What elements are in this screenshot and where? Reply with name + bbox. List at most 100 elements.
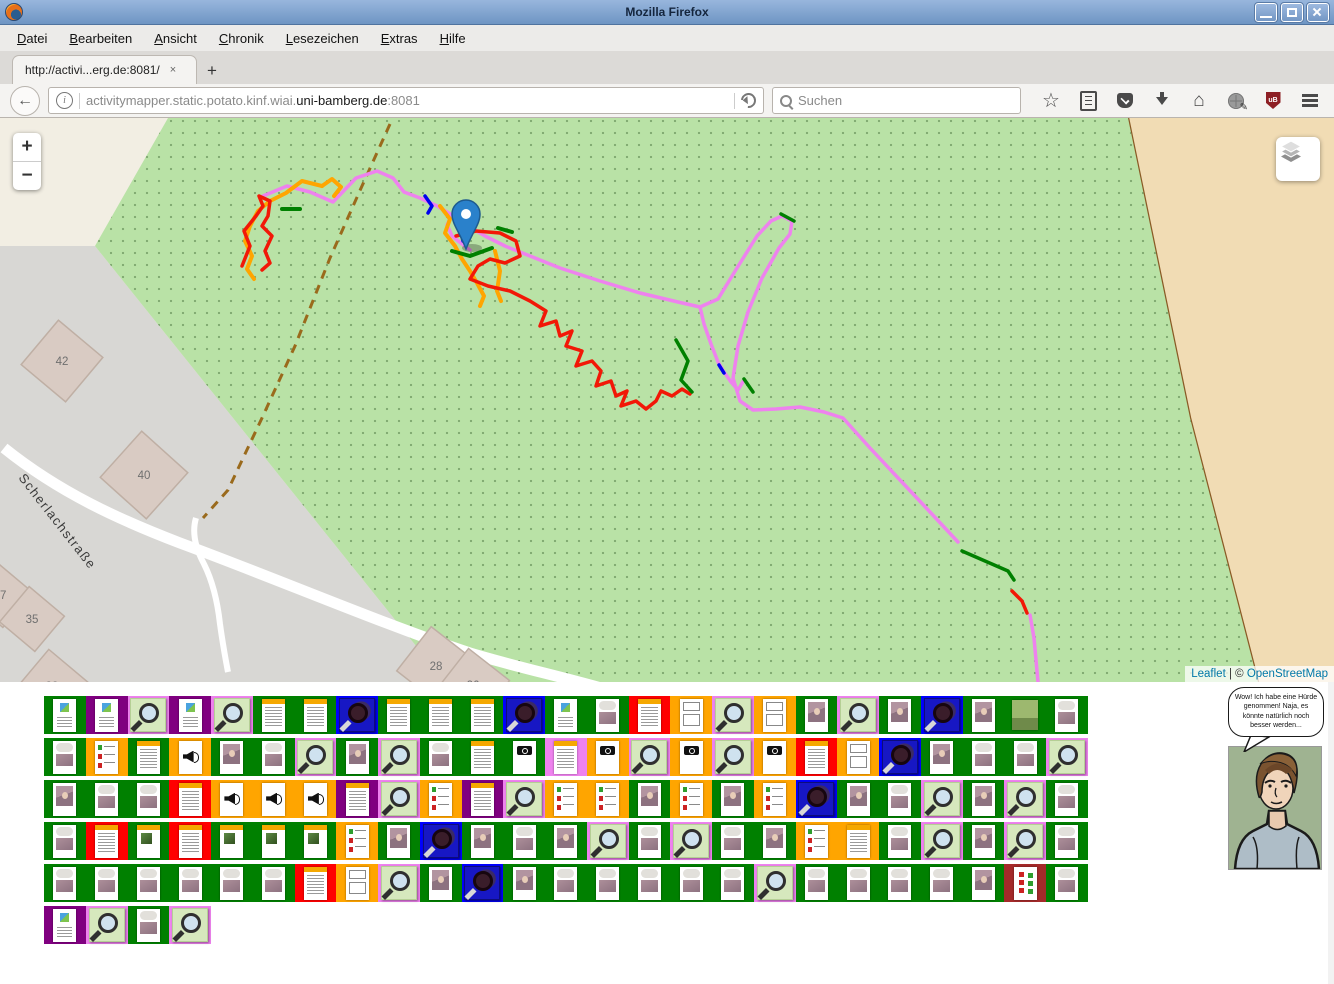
activity-tile-map-search-dark-thumbnail[interactable]	[879, 738, 921, 776]
activity-tile-comic-panel-card[interactable]	[128, 864, 170, 902]
activity-tile-portrait-photo-card[interactable]	[629, 780, 671, 818]
activity-tile-camera-card[interactable]	[670, 738, 712, 776]
activity-tile-document-with-image-card[interactable]	[295, 822, 337, 860]
activity-tile-comic-panel-card[interactable]	[587, 696, 629, 734]
activity-tile-document-with-image-card[interactable]	[128, 822, 170, 860]
activity-tile-form-card[interactable]	[754, 696, 796, 734]
activity-tile-portrait-photo-card[interactable]	[378, 822, 420, 860]
activity-tile-portrait-photo-card[interactable]	[963, 696, 1005, 734]
back-button[interactable]: ←	[10, 86, 40, 116]
activity-tile-portrait-photo-card[interactable]	[754, 822, 796, 860]
bookmarks-sidebar-icon[interactable]	[1078, 91, 1098, 111]
activity-tile-map-search-thumbnail[interactable]	[921, 822, 963, 860]
home-icon[interactable]: ⌂	[1189, 91, 1209, 111]
activity-tile-map-search-thumbnail[interactable]	[712, 738, 754, 776]
activity-tile-app-screenshot-card[interactable]	[545, 696, 587, 734]
activity-tile-document-card[interactable]	[128, 738, 170, 776]
activity-tile-portrait-photo-card[interactable]	[462, 822, 504, 860]
activity-tile-map-search-thumbnail[interactable]	[712, 696, 754, 734]
menu-item-extras[interactable]: Extras	[370, 27, 429, 50]
downloads-icon[interactable]	[1152, 91, 1172, 111]
activity-tile-checklist-card[interactable]	[336, 822, 378, 860]
activity-tile-portrait-photo-card[interactable]	[837, 780, 879, 818]
activity-tile-camera-card[interactable]	[587, 738, 629, 776]
activity-tile-portrait-photo-card[interactable]	[420, 864, 462, 902]
activity-tile-comic-panel-card[interactable]	[963, 738, 1005, 776]
activity-tile-map-search-thumbnail[interactable]	[1004, 780, 1046, 818]
activity-tile-landscape-photo-card[interactable]	[1004, 696, 1046, 734]
map-layers-control[interactable]	[1276, 137, 1320, 181]
ublock-shield-icon[interactable]: uB	[1263, 91, 1283, 111]
activity-tile-checklist-card[interactable]	[754, 780, 796, 818]
activity-tile-comic-panel-card[interactable]	[670, 864, 712, 902]
activity-tile-portrait-photo-card[interactable]	[921, 738, 963, 776]
activity-tile-comic-panel-card[interactable]	[796, 864, 838, 902]
activity-tile-portrait-photo-card[interactable]	[545, 822, 587, 860]
menu-item-lesezeichen[interactable]: Lesezeichen	[275, 27, 370, 50]
activity-tile-map-search-thumbnail[interactable]	[629, 738, 671, 776]
extension-globe-icon[interactable]	[1226, 91, 1246, 111]
activity-tile-map-search-thumbnail[interactable]	[503, 780, 545, 818]
activity-tile-document-card[interactable]	[796, 738, 838, 776]
activity-tile-comic-panel-card[interactable]	[921, 864, 963, 902]
activity-tile-portrait-photo-card[interactable]	[879, 696, 921, 734]
activity-tile-camera-card[interactable]	[754, 738, 796, 776]
activity-tile-document-card[interactable]	[837, 822, 879, 860]
search-bar[interactable]: Suchen	[772, 87, 1021, 114]
minimize-button[interactable]	[1255, 3, 1277, 22]
activity-tile-comic-panel-card[interactable]	[712, 864, 754, 902]
activity-tile-comic-panel-card[interactable]	[1046, 780, 1088, 818]
activity-tile-comic-panel-card[interactable]	[420, 738, 462, 776]
tab-close-icon[interactable]: ×	[170, 64, 176, 76]
menu-item-ansicht[interactable]: Ansicht	[143, 27, 208, 50]
activity-tile-map-search-thumbnail[interactable]	[169, 906, 211, 944]
activity-tile-map-search-dark-thumbnail[interactable]	[420, 822, 462, 860]
activity-tile-portrait-photo-card[interactable]	[336, 738, 378, 776]
activity-tile-comic-panel-card[interactable]	[503, 822, 545, 860]
activity-tile-comic-panel-card[interactable]	[86, 780, 128, 818]
activity-tile-comic-panel-card[interactable]	[253, 864, 295, 902]
activity-tile-checklist-card[interactable]	[670, 780, 712, 818]
url-bar[interactable]: i activitymapper.static.potato.kinf.wiai…	[48, 87, 764, 114]
activity-tile-portrait-photo-card[interactable]	[963, 864, 1005, 902]
activity-tile-checklist-card[interactable]	[796, 822, 838, 860]
activity-tile-map-search-thumbnail[interactable]	[670, 822, 712, 860]
activity-tile-map-search-dark-thumbnail[interactable]	[796, 780, 838, 818]
reload-icon[interactable]	[738, 90, 759, 111]
activity-tile-audio-card[interactable]	[169, 738, 211, 776]
activity-tile-map-search-thumbnail[interactable]	[1004, 822, 1046, 860]
leaflet-map[interactable]: 42403735332826 Scherlachstraße + − Leafl…	[0, 118, 1334, 682]
activity-tile-comic-panel-card[interactable]	[1046, 864, 1088, 902]
activity-tile-comic-panel-card[interactable]	[44, 822, 86, 860]
scrollbar-track[interactable]	[1328, 682, 1334, 984]
site-info-icon[interactable]: i	[56, 92, 73, 109]
activity-tile-camera-card[interactable]	[503, 738, 545, 776]
activity-tile-form-card[interactable]	[336, 864, 378, 902]
menu-hamburger-icon[interactable]	[1300, 91, 1320, 111]
activity-tile-portrait-photo-card[interactable]	[211, 738, 253, 776]
activity-tile-document-card[interactable]	[420, 696, 462, 734]
activity-tile-map-search-dark-thumbnail[interactable]	[336, 696, 378, 734]
activity-tile-audio-card[interactable]	[295, 780, 337, 818]
activity-tile-portrait-photo-card[interactable]	[44, 780, 86, 818]
menu-item-hilfe[interactable]: Hilfe	[429, 27, 477, 50]
activity-tile-comic-panel-card[interactable]	[128, 780, 170, 818]
activity-tile-comic-panel-card[interactable]	[1046, 696, 1088, 734]
activity-tile-comic-panel-card[interactable]	[879, 864, 921, 902]
activity-tile-map-search-dark-thumbnail[interactable]	[462, 864, 504, 902]
activity-tile-map-search-thumbnail[interactable]	[754, 864, 796, 902]
activity-tile-document-card[interactable]	[462, 780, 504, 818]
activity-tile-map-search-thumbnail[interactable]	[378, 738, 420, 776]
activity-tile-comic-panel-card[interactable]	[44, 738, 86, 776]
activity-tile-portrait-photo-card[interactable]	[503, 864, 545, 902]
activity-tile-document-card[interactable]	[169, 822, 211, 860]
activity-tile-map-search-thumbnail[interactable]	[378, 864, 420, 902]
activity-tile-document-card[interactable]	[462, 738, 504, 776]
activity-tile-portrait-photo-card[interactable]	[963, 822, 1005, 860]
activity-tile-document-card[interactable]	[169, 780, 211, 818]
activity-tile-document-card[interactable]	[253, 696, 295, 734]
activity-tile-document-with-image-card[interactable]	[253, 822, 295, 860]
menu-item-bearbeiten[interactable]: Bearbeiten	[58, 27, 143, 50]
activity-tile-document-card[interactable]	[545, 738, 587, 776]
menu-item-chronik[interactable]: Chronik	[208, 27, 275, 50]
